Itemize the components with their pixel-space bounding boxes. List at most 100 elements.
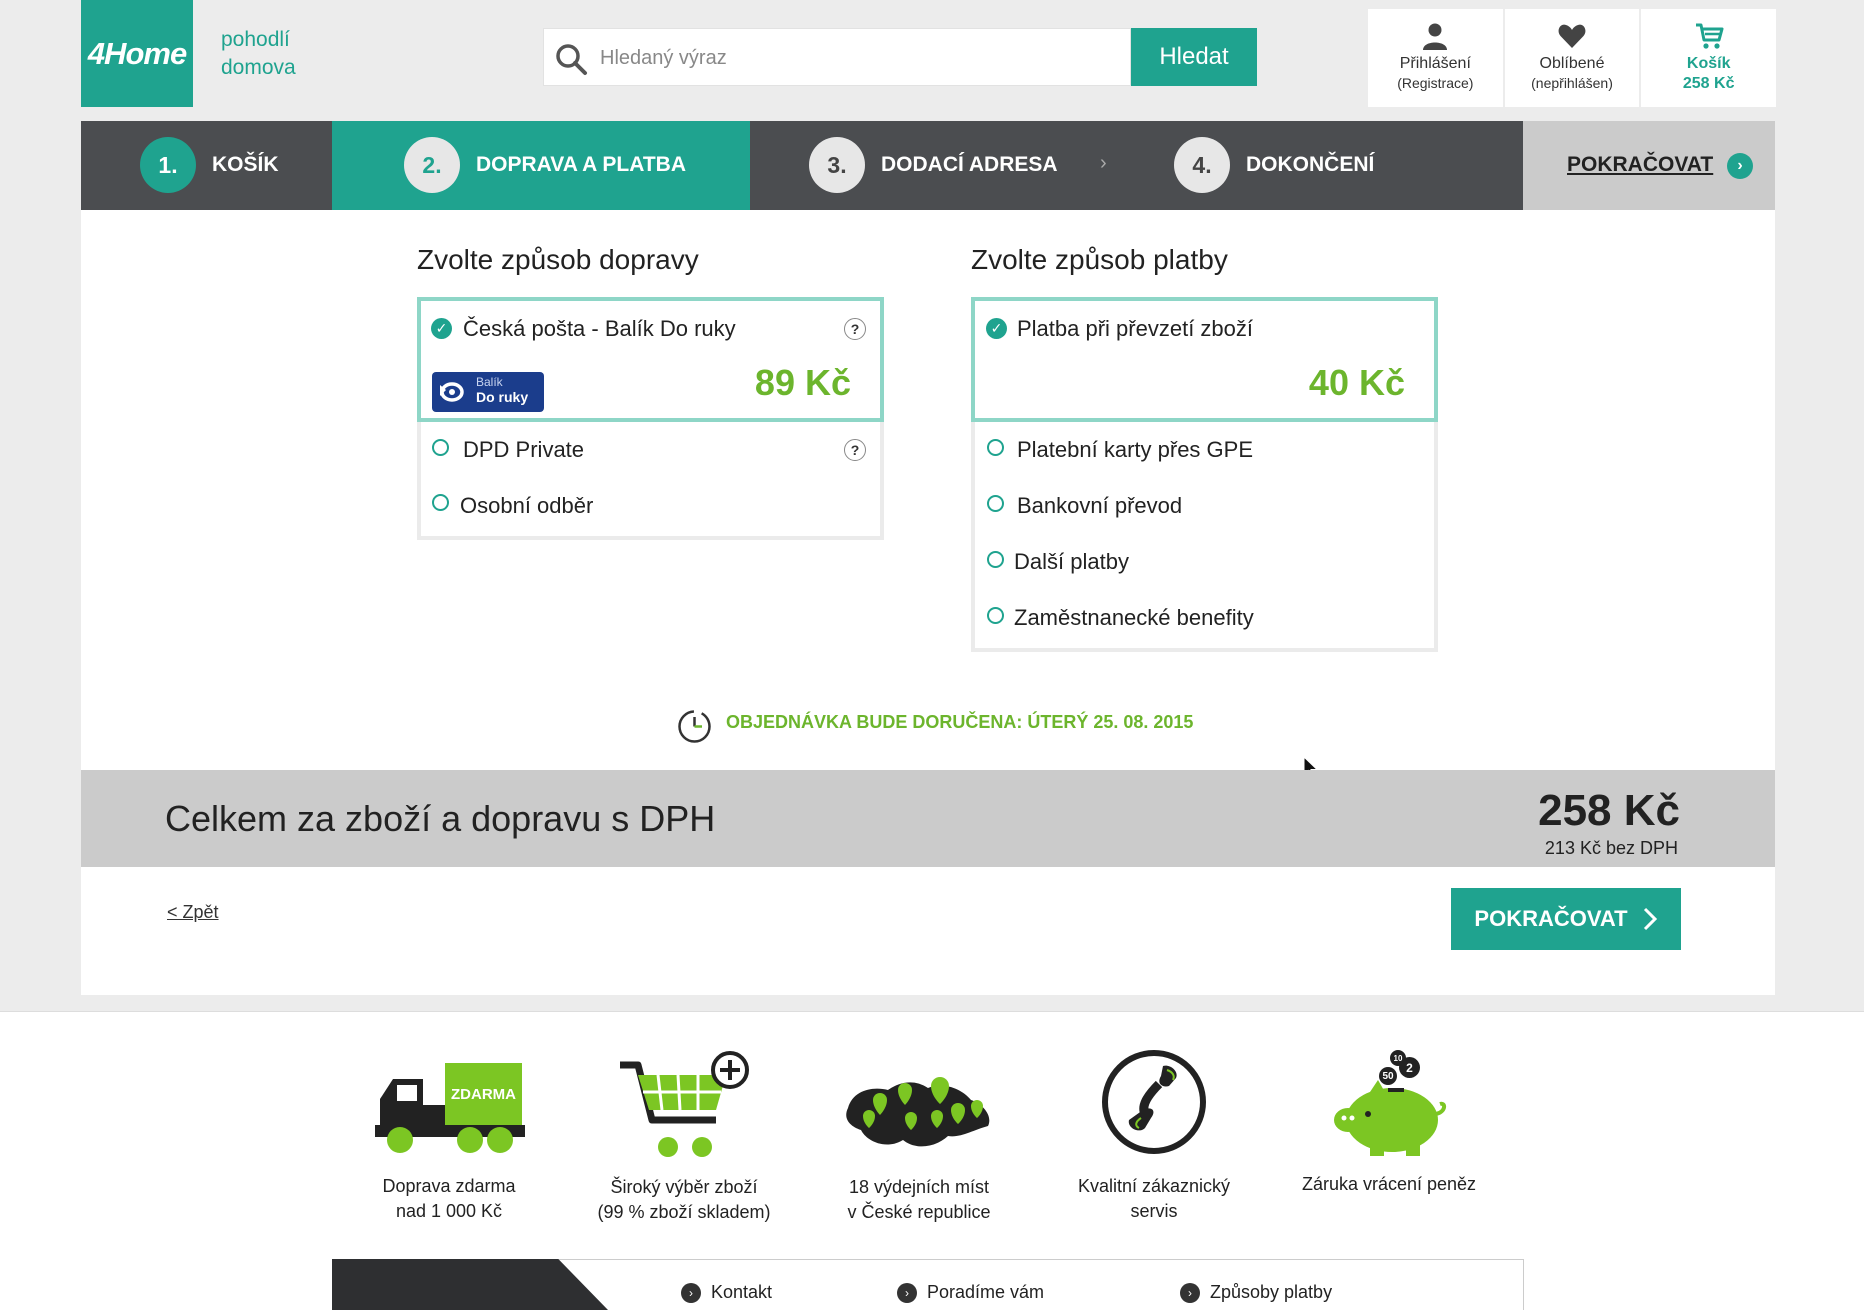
- back-link[interactable]: < Zpět: [167, 902, 219, 923]
- check-icon: ✓: [431, 318, 452, 339]
- step-address: 3. DODACÍ ADRESA: [809, 137, 1058, 193]
- feature-line2: (99 % zboží skladem): [597, 1202, 771, 1222]
- user-icon: [1423, 23, 1448, 50]
- account-panel: Přihlášení (Registrace) Oblíbené (nepřih…: [1368, 9, 1776, 107]
- help-icon[interactable]: ?: [844, 318, 866, 340]
- radio-button[interactable]: [432, 494, 449, 511]
- step-number: 3.: [809, 137, 865, 193]
- step-number: 2.: [404, 137, 460, 193]
- favorites-label: Oblíbené: [1539, 55, 1605, 72]
- footer-link-label: Kontakt: [711, 1282, 773, 1302]
- cart-link[interactable]: Košík 258 Kč: [1641, 9, 1776, 107]
- step-shipping-payment: 2. DOPRAVA A PLATBA: [404, 137, 686, 193]
- continue-label: POKRAČOVAT: [1474, 906, 1628, 931]
- continue-top-link[interactable]: POKRAČOVAT: [1567, 153, 1713, 177]
- badge-line1: Balík: [476, 375, 503, 389]
- footer-link-payment-methods[interactable]: › Způsoby platby: [1180, 1282, 1332, 1303]
- payment-price: 40 Kč: [1308, 362, 1405, 403]
- feature-line1: Záruka vrácení peněz: [1301, 1174, 1477, 1194]
- posthorn-icon: [440, 382, 464, 402]
- step-label: KOŠÍK: [212, 153, 279, 176]
- logo-text: 4Home: [87, 35, 187, 71]
- tagline: pohodlí domova: [221, 26, 296, 82]
- chevron-right-icon: ›: [681, 1282, 701, 1303]
- continue-button[interactable]: POKRAČOVAT: [1451, 888, 1681, 950]
- step-cart[interactable]: 1. KOŠÍK: [140, 137, 279, 193]
- czech-map-icon: [846, 1077, 990, 1147]
- feature-line1: Široký výběr zboží: [610, 1177, 758, 1197]
- search-input[interactable]: [598, 30, 1122, 86]
- step-number: 4.: [1174, 137, 1230, 193]
- favorites-link[interactable]: Oblíbené (nepřihlášen): [1505, 9, 1642, 107]
- step-number: 1.: [140, 137, 196, 193]
- shipping-option-label[interactable]: DPD Private: [463, 437, 584, 463]
- feature-wide-selection: Široký výběr zboží (99 % zboží skladem): [574, 1175, 794, 1225]
- piggy-bank-icon: [1334, 1080, 1447, 1156]
- tagline-line1: pohodlí: [221, 28, 290, 51]
- footer-link-label: Poradíme vám: [927, 1282, 1045, 1302]
- payment-option-label[interactable]: Další platby: [1014, 549, 1129, 575]
- truck-icon: [375, 1063, 525, 1153]
- footer-link-label: Způsoby platby: [1210, 1282, 1333, 1302]
- chevron-right-icon: ›: [897, 1282, 917, 1303]
- feature-line1: Doprava zdarma: [382, 1176, 516, 1196]
- clock-icon: [678, 710, 711, 743]
- cart-icon: [1695, 23, 1724, 49]
- shipping-title: Zvolte způsob dopravy: [417, 244, 699, 275]
- total-price-without-vat: 213 Kč bez DPH: [1544, 838, 1678, 858]
- balik-do-ruky-logo: Balík Do ruky: [432, 372, 544, 412]
- payment-option-label[interactable]: Platební karty přes GPE: [1017, 437, 1253, 463]
- step-label: DODACÍ ADRESA: [881, 153, 1058, 176]
- feature-money-back: Záruka vrácení peněz: [1279, 1172, 1499, 1197]
- feature-line2: v České republice: [847, 1202, 991, 1222]
- feature-customer-service: Kvalitní zákaznický servis: [1044, 1174, 1264, 1224]
- feature-line2: servis: [1130, 1201, 1178, 1221]
- radio-button[interactable]: [987, 607, 1004, 624]
- search-icon: [556, 44, 587, 75]
- payment-selected-label: Platba při převzetí zboží: [1017, 316, 1254, 341]
- chevron-right-icon: ›: [1180, 1282, 1200, 1303]
- badge-line2: Do ruky: [476, 389, 529, 405]
- step-chevron-icon: ›: [1100, 152, 1107, 174]
- shipping-price: 89 Kč: [754, 362, 851, 403]
- tagline-line2: domova: [221, 56, 296, 79]
- cart-total: 258 Kč: [1682, 75, 1735, 92]
- shipping-option-label[interactable]: Osobní odběr: [460, 493, 593, 519]
- radio-button[interactable]: [987, 495, 1004, 512]
- search-button[interactable]: Hledat: [1131, 28, 1257, 86]
- radio-button[interactable]: [987, 439, 1004, 456]
- phone-icon: [1102, 1050, 1206, 1154]
- payment-option-label[interactable]: Bankovní převod: [1017, 493, 1182, 519]
- check-icon: ✓: [986, 318, 1007, 339]
- coin-50: 50: [1379, 1067, 1397, 1085]
- feature-free-shipping: Doprava zdarma nad 1 000 Kč: [339, 1174, 559, 1224]
- shipping-selected-label: Česká pošta - Balík Do ruky: [463, 316, 736, 341]
- step-label: DOPRAVA A PLATBA: [476, 153, 686, 176]
- step-finish: 4. DOKONČENÍ: [1174, 137, 1374, 193]
- footer-link-advice[interactable]: › Poradíme vám: [897, 1282, 1044, 1303]
- heart-icon: [1558, 24, 1586, 48]
- favorites-status: (nepřihlášen): [1531, 75, 1613, 91]
- cart-plus-icon: [620, 1051, 749, 1157]
- coin-2: 2: [1399, 1057, 1420, 1078]
- radio-button[interactable]: [432, 439, 449, 456]
- radio-button[interactable]: [987, 551, 1004, 568]
- truck-badge-text: ZDARMA: [451, 1086, 516, 1103]
- help-icon[interactable]: ?: [844, 439, 866, 461]
- logo[interactable]: 4Home: [81, 0, 193, 107]
- total-label: Celkem za zboží a dopravu s DPH: [165, 798, 716, 839]
- total-price: 258 Kč: [1538, 786, 1680, 835]
- feature-line1: Kvalitní zákaznický: [1077, 1176, 1231, 1196]
- main-panel: [81, 210, 1775, 770]
- payment-option-label[interactable]: Zaměstnanecké benefity: [1014, 605, 1254, 631]
- cart-label: Košík: [1686, 55, 1731, 72]
- footer-link-contact[interactable]: › Kontakt: [681, 1282, 772, 1303]
- feature-pickup-points: 18 výdejních míst v České republice: [809, 1175, 1029, 1225]
- payment-title: Zvolte způsob platby: [971, 244, 1228, 275]
- login-link[interactable]: Přihlášení (Registrace): [1368, 9, 1505, 107]
- chevron-right-icon: [1643, 907, 1657, 931]
- arrow-right-icon[interactable]: ›: [1727, 153, 1753, 179]
- register-label: (Registrace): [1397, 75, 1474, 91]
- login-label: Přihlášení: [1399, 55, 1471, 72]
- feature-line2: nad 1 000 Kč: [395, 1201, 503, 1221]
